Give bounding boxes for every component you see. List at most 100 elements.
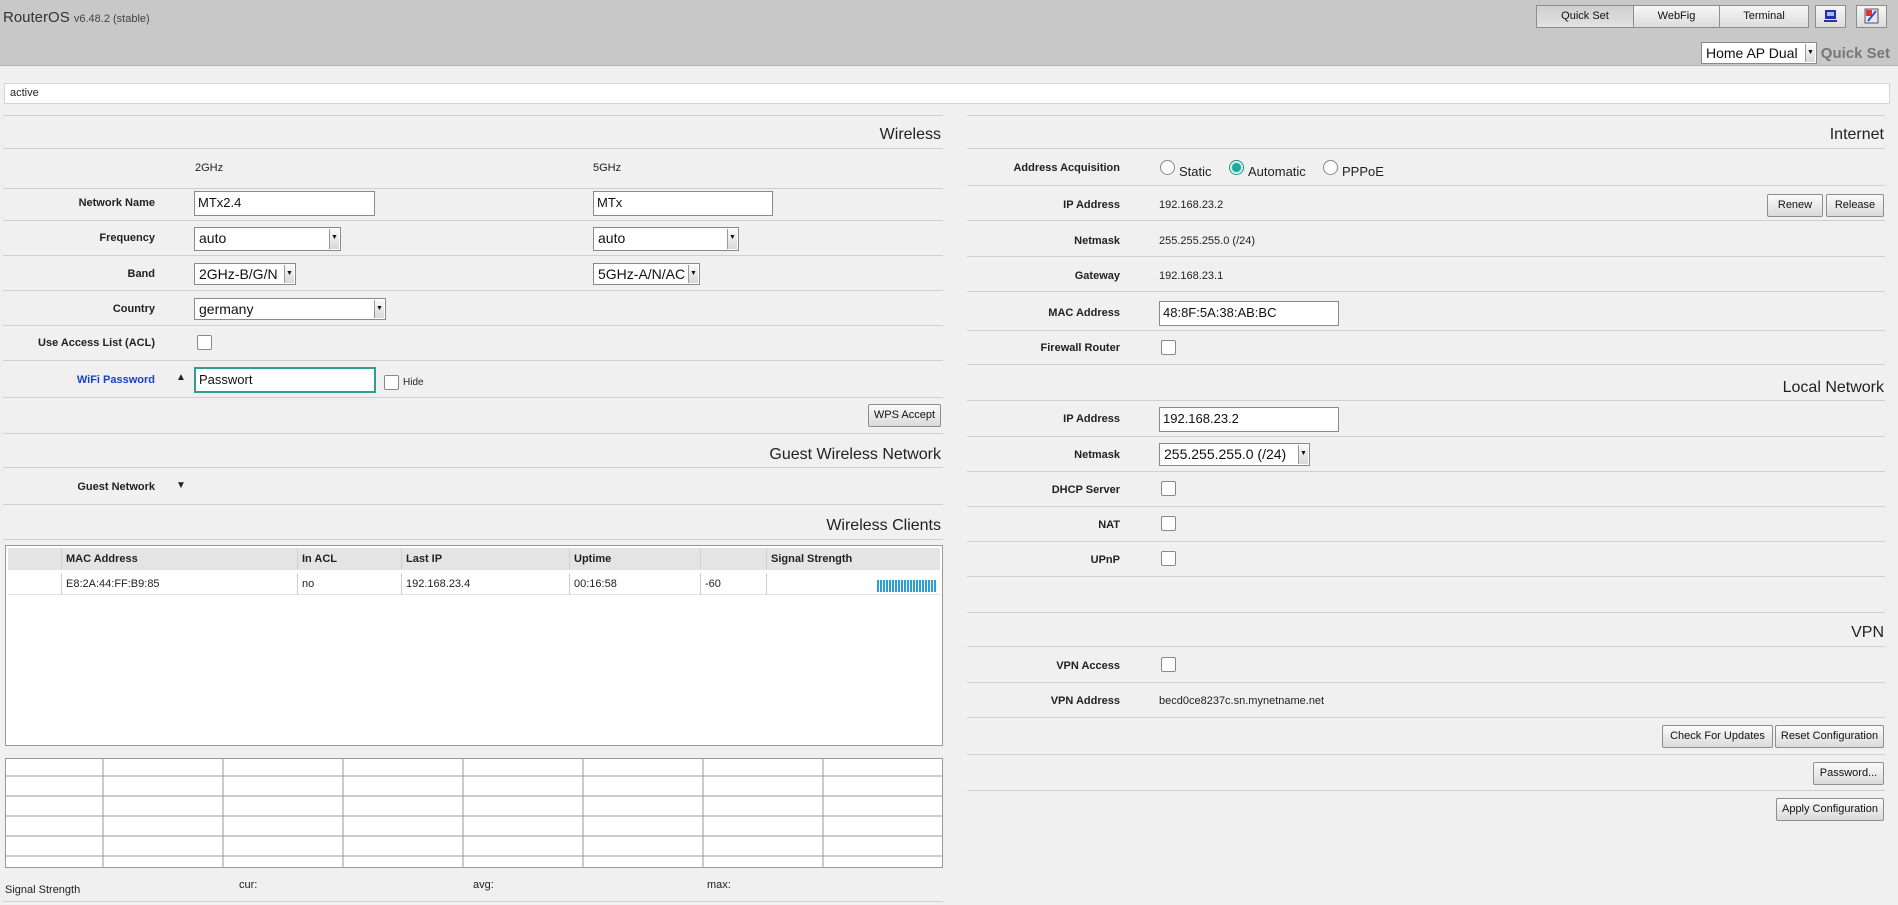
divider xyxy=(967,506,1885,507)
frequency-2ghz-value: auto xyxy=(199,230,227,246)
frequency-2ghz-select[interactable]: auto ▼ xyxy=(194,227,341,251)
divider xyxy=(967,256,1885,257)
band-5ghz-select[interactable]: 5GHz-A/N/AC ▼ xyxy=(593,263,700,285)
gateway-value: 192.168.23.1 xyxy=(1159,270,1224,282)
local-network-title: Local Network xyxy=(1782,379,1884,396)
upnp-checkbox[interactable] xyxy=(1161,551,1176,566)
divider xyxy=(967,291,1885,292)
signal-max-label: max: xyxy=(707,879,731,891)
mac-address-label: MAC Address xyxy=(1048,307,1120,319)
help-button[interactable] xyxy=(1815,5,1846,28)
divider xyxy=(3,115,943,116)
divider xyxy=(967,185,1885,186)
renew-button[interactable]: Renew xyxy=(1767,194,1823,217)
column-header[interactable] xyxy=(8,548,62,570)
divider xyxy=(967,471,1885,472)
internet-netmask-value: 255.255.255.0 (/24) xyxy=(1159,235,1256,247)
local-netmask-select[interactable]: 255.255.255.0 (/24) ▼ xyxy=(1159,443,1310,466)
signal-strength-label: Signal Strength xyxy=(5,884,81,896)
dhcp-server-checkbox[interactable] xyxy=(1161,481,1176,496)
signal-history-gridlines xyxy=(6,759,942,867)
table-row[interactable]: E8:2A:44:FF:B9:85 no 192.168.23.4 00:16:… xyxy=(8,573,940,595)
mode-select[interactable]: Home AP Dual ▼ xyxy=(1701,42,1817,64)
column-header-in-acl[interactable]: In ACL xyxy=(298,548,402,570)
signal-history-grid xyxy=(5,758,943,868)
nat-checkbox[interactable] xyxy=(1161,516,1176,531)
expand-down-icon[interactable]: ▼ xyxy=(176,480,186,491)
password-button[interactable]: Password... xyxy=(1813,762,1884,785)
divider xyxy=(3,220,943,221)
signal-segment xyxy=(889,580,891,592)
status-bar: active xyxy=(4,83,1890,104)
tab-quick-set[interactable]: Quick Set xyxy=(1536,5,1634,28)
acq-static-radio[interactable] xyxy=(1160,160,1175,175)
design-button[interactable] xyxy=(1856,5,1887,28)
check-for-updates-button[interactable]: Check For Updates xyxy=(1662,725,1773,748)
release-button[interactable]: Release xyxy=(1826,194,1884,217)
firewall-router-checkbox[interactable] xyxy=(1161,340,1176,355)
signal-segment xyxy=(913,580,915,592)
column-header-signal[interactable]: Signal Strength xyxy=(767,548,940,570)
column-header-signal-value[interactable] xyxy=(701,548,767,570)
client-mac: E8:2A:44:FF:B9:85 xyxy=(62,573,298,595)
client-last-ip: 192.168.23.4 xyxy=(402,573,570,595)
divider xyxy=(3,360,943,361)
divider xyxy=(3,255,943,256)
apply-configuration-button[interactable]: Apply Configuration xyxy=(1776,798,1884,821)
divider xyxy=(967,364,1885,365)
country-select[interactable]: germany ▼ xyxy=(194,298,386,320)
chevron-down-icon: ▼ xyxy=(688,265,698,283)
wifi-password-input[interactable]: Passwort xyxy=(194,367,376,393)
column-header-uptime[interactable]: Uptime xyxy=(570,548,701,570)
vpn-access-label: VPN Access xyxy=(1056,660,1120,672)
vpn-access-checkbox[interactable] xyxy=(1161,657,1176,672)
chevron-down-icon: ▼ xyxy=(329,229,339,249)
hide-label: Hide xyxy=(403,377,424,388)
signal-strength-bar xyxy=(877,580,936,592)
acq-static-label: Static xyxy=(1179,164,1212,179)
band-2ghz-select[interactable]: 2GHz-B/G/N ▼ xyxy=(194,263,296,285)
reset-configuration-button[interactable]: Reset Configuration xyxy=(1775,725,1884,748)
column-header-mac[interactable]: MAC Address xyxy=(62,548,298,570)
divider xyxy=(3,901,943,902)
divider xyxy=(967,682,1885,683)
collapse-up-icon[interactable]: ▲ xyxy=(176,372,186,383)
internet-netmask-label: Netmask xyxy=(1074,235,1120,247)
network-name-5ghz-input[interactable]: MTx xyxy=(593,191,773,216)
acq-pppoe-radio[interactable] xyxy=(1323,160,1338,175)
vpn-address-value: becd0ce8237c.sn.mynetname.net xyxy=(1159,695,1325,707)
signal-segment xyxy=(922,580,924,592)
mac-address-input[interactable]: 48:8F:5A:38:AB:BC xyxy=(1159,301,1339,326)
address-acquisition-label: Address Acquisition xyxy=(1013,162,1120,174)
country-value: germany xyxy=(199,301,254,317)
local-ip-input[interactable]: 192.168.23.2 xyxy=(1159,407,1339,432)
signal-segment xyxy=(916,580,918,592)
wps-accept-button[interactable]: WPS Accept xyxy=(868,404,941,427)
signal-segment xyxy=(877,580,879,592)
frequency-5ghz-select[interactable]: auto ▼ xyxy=(593,227,739,251)
signal-segment xyxy=(880,580,882,592)
page-title: Quick Set xyxy=(1820,45,1890,62)
acq-automatic-radio[interactable] xyxy=(1229,160,1244,175)
mode-select-value: Home AP Dual xyxy=(1706,45,1798,61)
column-header-last-ip[interactable]: Last IP xyxy=(402,548,570,570)
network-name-2ghz-input[interactable]: MTx2.4 xyxy=(194,191,375,216)
divider xyxy=(967,646,1885,647)
divider xyxy=(3,433,943,434)
acq-pppoe-label: PPPoE xyxy=(1342,164,1384,179)
hide-password-checkbox[interactable] xyxy=(384,375,399,390)
tab-terminal[interactable]: Terminal xyxy=(1719,5,1809,28)
acl-checkbox[interactable] xyxy=(197,335,212,350)
signal-segment xyxy=(925,580,927,592)
table-header: MAC Address In ACL Last IP Uptime Signal… xyxy=(8,548,940,570)
tab-webfig[interactable]: WebFig xyxy=(1633,5,1720,28)
col-2ghz-label: 2GHz xyxy=(195,162,224,174)
band-2ghz-value: 2GHz-B/G/N xyxy=(199,266,278,282)
signal-cur-label: cur: xyxy=(239,879,258,891)
firewall-router-label: Firewall Router xyxy=(1040,342,1120,354)
divider xyxy=(3,325,943,326)
divider xyxy=(3,504,943,505)
signal-avg-label: avg: xyxy=(473,879,494,891)
client-uptime: 00:16:58 xyxy=(570,573,701,595)
vpn-address-label: VPN Address xyxy=(1050,695,1120,707)
